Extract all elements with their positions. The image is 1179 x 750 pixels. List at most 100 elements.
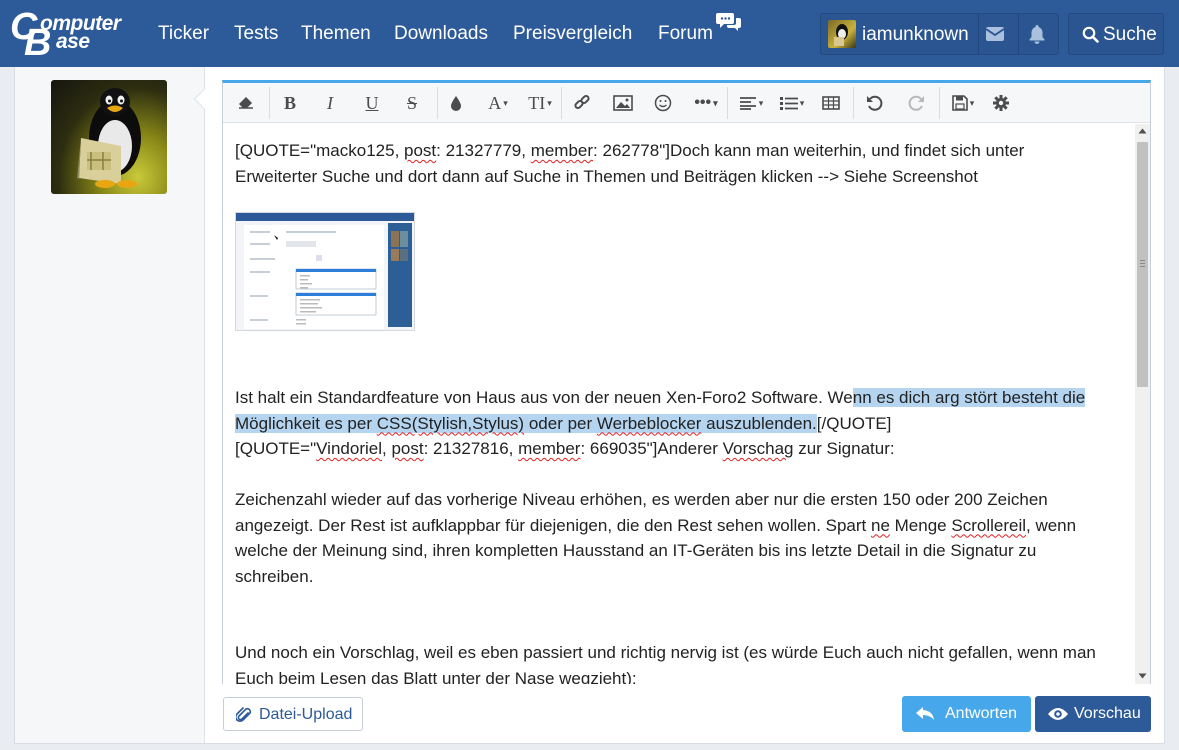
chevron-down-icon: ▾ xyxy=(969,97,975,108)
chevron-down-icon: ▾ xyxy=(547,97,552,108)
forum-chat-icon[interactable] xyxy=(716,11,742,33)
toolbar-separator xyxy=(561,87,562,119)
misspelled-word: post xyxy=(404,141,437,160)
italic-button[interactable]: I xyxy=(319,92,341,114)
search-button[interactable]: Suche xyxy=(1068,13,1164,55)
editor-text-area[interactable]: [QUOTE="macko125, post: 21327779, member… xyxy=(223,124,1135,684)
droplet-icon xyxy=(451,96,461,111)
image-icon xyxy=(613,95,633,111)
drafts-button[interactable]: ▾ xyxy=(946,92,980,114)
text-run: [QUOTE=" xyxy=(235,439,317,458)
insert-table-button[interactable] xyxy=(820,92,842,114)
username-label[interactable]: iamunknown xyxy=(862,24,969,46)
selected-misspelled-word: Werbeblocker xyxy=(596,413,702,433)
top-navigation-bar: C omputer B ase Ticker Tests Themen Down… xyxy=(0,0,1179,67)
toolbar-separator xyxy=(853,87,854,119)
member-avatar[interactable] xyxy=(51,80,167,194)
file-upload-label: Datei-Upload xyxy=(259,706,353,723)
screenshot-attachment-thumbnail[interactable] xyxy=(235,212,415,331)
rich-text-editor: B I U S A ▾ TI ▾ ••• ▾ ▾ ▾ ▾ [QUOTE="mac… xyxy=(222,80,1151,684)
bell-icon[interactable] xyxy=(1028,24,1046,44)
user-avatar[interactable] xyxy=(828,20,856,48)
underline-button[interactable]: U xyxy=(361,92,383,114)
text-run: zur Signatur: xyxy=(793,439,895,458)
redo-button[interactable] xyxy=(905,92,927,114)
smilies-button[interactable] xyxy=(652,92,674,114)
remove-formatting-button[interactable] xyxy=(235,92,257,114)
table-icon xyxy=(822,96,840,110)
smiley-icon xyxy=(654,94,672,112)
file-upload-button[interactable]: Datei-Upload xyxy=(223,697,363,731)
divider xyxy=(978,14,979,54)
insert-image-button[interactable] xyxy=(612,92,634,114)
scroll-down-arrow-icon[interactable] xyxy=(1138,673,1147,679)
save-icon xyxy=(951,95,968,111)
scrollbar-thumb[interactable] xyxy=(1137,142,1148,387)
list-icon xyxy=(779,97,798,110)
chevron-down-icon: ▾ xyxy=(503,97,508,108)
text-color-button[interactable] xyxy=(447,92,465,114)
nav-item-forum[interactable]: Forum xyxy=(658,23,713,45)
scroll-up-arrow-icon[interactable] xyxy=(1138,128,1147,134)
quote-paragraph-2: [QUOTE="Vindoriel, post: 21327816, membe… xyxy=(235,436,1111,462)
ellipsis-icon: ••• xyxy=(694,94,712,111)
nav-item-downloads[interactable]: Downloads xyxy=(394,23,488,45)
list-button[interactable]: ▾ xyxy=(775,92,809,114)
eye-icon xyxy=(1048,708,1068,720)
nav-item-ticker[interactable]: Ticker xyxy=(158,23,209,45)
gear-icon xyxy=(993,95,1009,111)
more-options-button[interactable]: ••• ▾ xyxy=(689,92,723,114)
misspelled-word: member xyxy=(530,141,594,160)
nav-item-preisvergleich[interactable]: Preisvergleich xyxy=(513,23,632,45)
search-label: Suche xyxy=(1103,24,1157,45)
text-run: : 669035"]Anderer xyxy=(580,439,723,458)
insert-link-button[interactable] xyxy=(571,92,593,114)
editor-scrollbar[interactable] xyxy=(1135,124,1150,684)
text-run: Menge xyxy=(889,515,952,535)
envelope-icon[interactable] xyxy=(985,26,1005,42)
misspelled-word: Vindoriel xyxy=(316,439,382,458)
computerbase-logo[interactable]: C omputer B ase xyxy=(10,6,132,62)
toolbar-separator xyxy=(727,87,728,119)
user-menu: iamunknown xyxy=(820,13,1059,55)
reply-arrow-icon xyxy=(916,707,934,720)
misspelled-word: ne xyxy=(871,515,890,535)
logo-text-line2: ase xyxy=(56,30,90,53)
text-run: Ist halt ein Standardfeature von Haus au… xyxy=(235,388,853,407)
bold-button[interactable]: B xyxy=(279,92,301,114)
selected-text: oder per xyxy=(524,413,597,433)
font-family-label: A xyxy=(488,92,502,113)
selected-misspelled-word: CSS(Stylish,Stylus) xyxy=(376,413,525,433)
user-cell-arrow xyxy=(193,87,217,111)
nav-item-tests[interactable]: Tests xyxy=(234,23,278,45)
chevron-down-icon: ▾ xyxy=(799,97,805,108)
misspelled-word: member xyxy=(518,439,581,458)
preview-label: Vorschau xyxy=(1074,705,1141,722)
strikethrough-button[interactable]: S xyxy=(401,92,423,114)
user-cell xyxy=(15,67,217,743)
preview-button[interactable]: Vorschau xyxy=(1035,696,1151,732)
redo-icon xyxy=(908,95,924,111)
undo-button[interactable] xyxy=(864,92,886,114)
align-button[interactable]: ▾ xyxy=(734,92,768,114)
reply-button[interactable]: Antworten xyxy=(902,696,1031,732)
font-family-button[interactable]: A ▾ xyxy=(481,92,515,114)
link-icon xyxy=(574,94,590,110)
reply-label: Antworten xyxy=(945,705,1018,722)
font-size-label: TI xyxy=(528,92,546,113)
selected-text: auszublenden. xyxy=(701,413,817,433)
editor-toolbar: B I U S A ▾ TI ▾ ••• ▾ ▾ ▾ ▾ xyxy=(223,83,1150,123)
chevron-down-icon: ▾ xyxy=(758,97,764,108)
editor-settings-button[interactable] xyxy=(990,92,1012,114)
toolbar-separator xyxy=(269,87,270,119)
chevron-down-icon: ▾ xyxy=(713,97,718,108)
font-size-button[interactable]: TI ▾ xyxy=(523,92,557,114)
text-run: : 21327779, xyxy=(436,141,531,160)
nav-item-themen[interactable]: Themen xyxy=(301,23,371,45)
toolbar-separator xyxy=(437,87,438,119)
quote-paragraph-1: [QUOTE="macko125, post: 21327779, member… xyxy=(235,138,1111,189)
text-run: [QUOTE="macko125, xyxy=(235,141,405,160)
divider xyxy=(1018,14,1019,54)
paragraph-4: Und noch ein Vorschlag, weil es eben pas… xyxy=(235,643,1096,684)
paragraph-2: Ist halt ein Standardfeature von Haus au… xyxy=(235,385,1111,436)
